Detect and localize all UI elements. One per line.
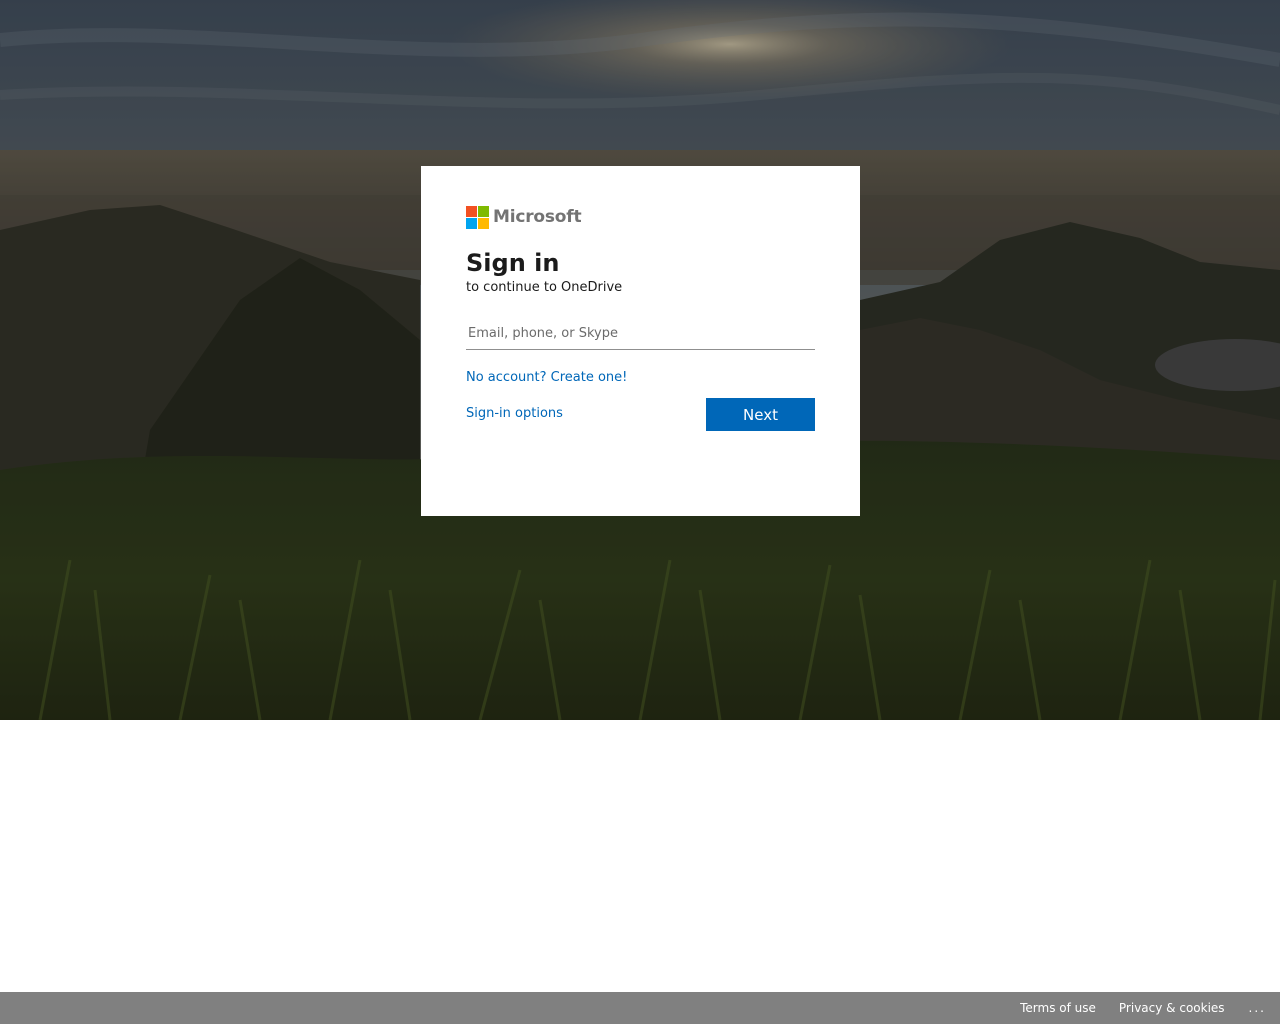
logo-square-blue [466, 217, 477, 229]
more-options-button[interactable]: ... [1249, 1001, 1266, 1015]
logo-wordmark: Microsoft [493, 207, 582, 227]
logo-square-red [466, 205, 477, 217]
logo-square-yellow [478, 217, 489, 229]
privacy-cookies-link[interactable]: Privacy & cookies [1119, 1001, 1225, 1015]
page-title: Sign in [466, 249, 560, 277]
next-button[interactable]: Next [706, 398, 815, 431]
action-row: Sign-in options Next [466, 398, 815, 440]
microsoft-logo: Microsoft [466, 205, 815, 229]
page-subtitle: to continue to OneDrive [466, 280, 623, 295]
logo-square-green [478, 205, 489, 217]
signin-card: Microsoft Sign in to continue to OneDriv… [421, 166, 860, 516]
signin-options-link[interactable]: Sign-in options [466, 406, 563, 422]
terms-of-use-link[interactable]: Terms of use [1020, 1001, 1096, 1015]
microsoft-logo-icon [466, 205, 489, 229]
email-input[interactable] [466, 322, 815, 350]
create-account-link[interactable]: No account? Create one! [466, 370, 627, 386]
footer: Terms of use Privacy & cookies ... [0, 992, 1280, 1024]
